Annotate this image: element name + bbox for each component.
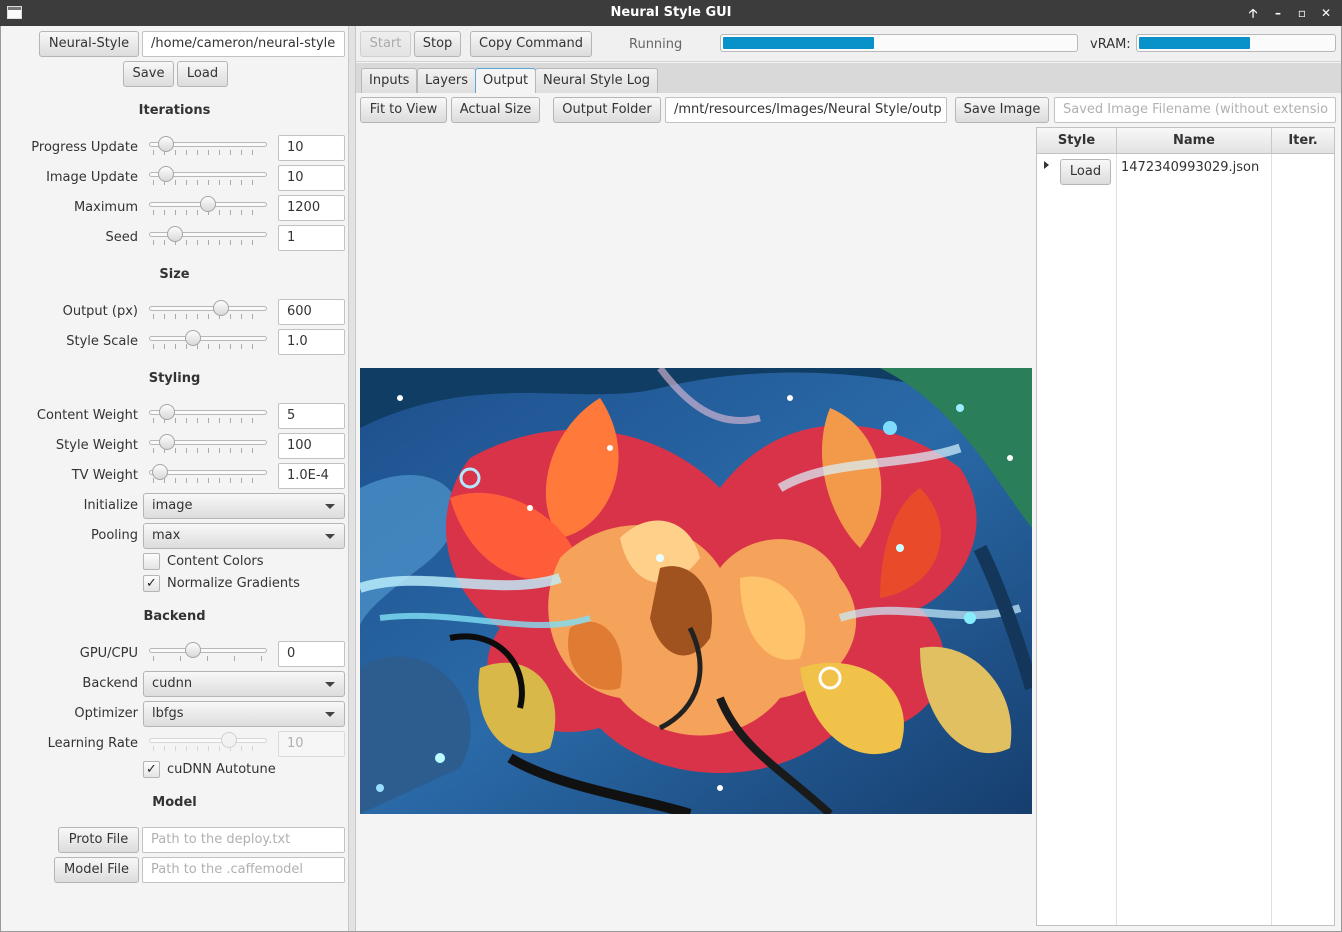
restore-icon[interactable]: ▫: [1293, 4, 1311, 22]
window-title: Neural Style GUI: [610, 5, 732, 20]
maximize-up-icon[interactable]: 🡡: [1244, 4, 1262, 22]
window-frame: [0, 26, 1342, 932]
title-bar: Neural Style GUI 🡡 – ▫ ✕: [0, 0, 1342, 26]
minimize-icon[interactable]: –: [1269, 4, 1287, 22]
close-icon[interactable]: ✕: [1317, 4, 1335, 22]
